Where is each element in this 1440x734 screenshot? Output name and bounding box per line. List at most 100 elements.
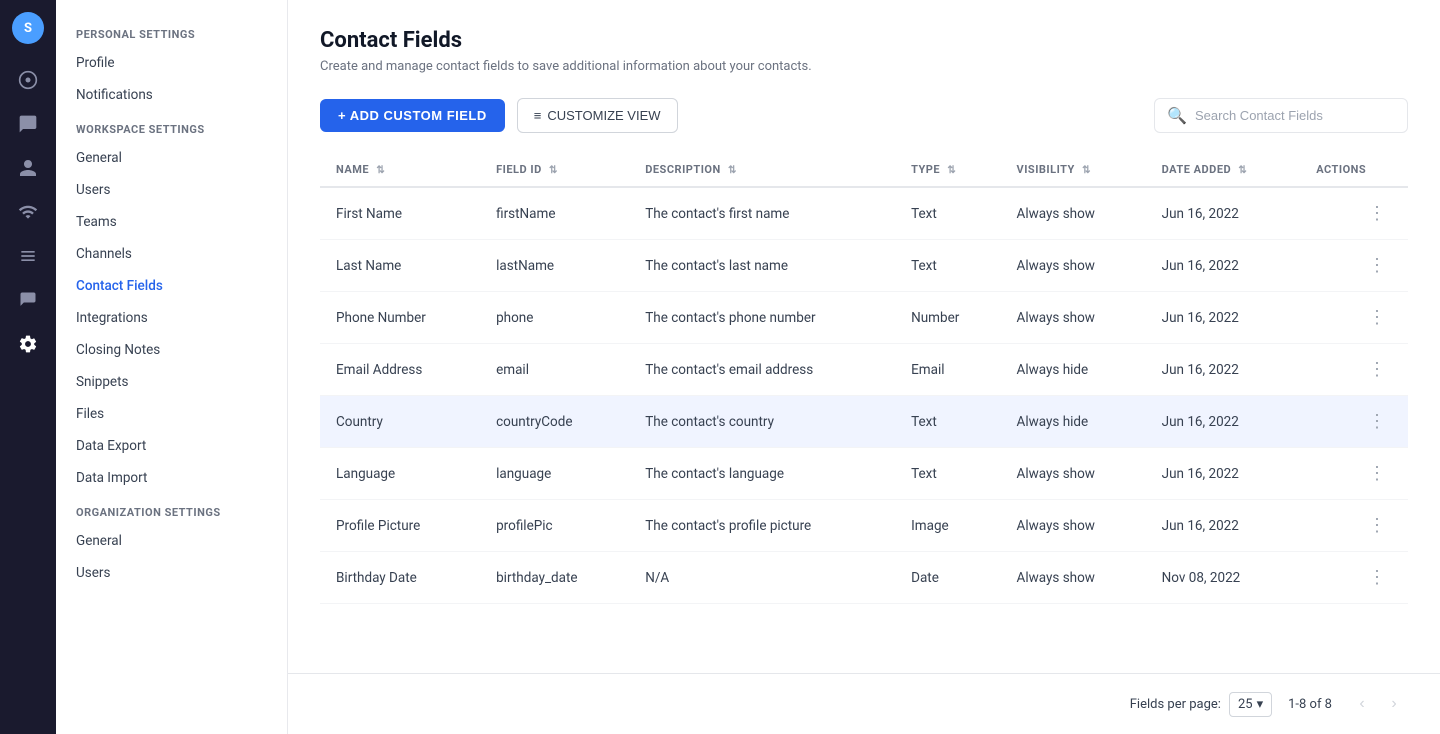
cell-field-id: countryCode <box>480 396 629 448</box>
cell-type: Text <box>895 448 1000 500</box>
user-avatar[interactable]: S <box>12 12 44 44</box>
cell-actions: ⋮ <box>1300 448 1408 500</box>
cell-field-id: firstName <box>480 187 629 240</box>
col-date-added[interactable]: DATE ADDED ⇅ <box>1146 153 1301 187</box>
row-actions-button[interactable]: ⋮ <box>1362 253 1392 278</box>
sidebar-item-ws-users[interactable]: Users <box>56 174 287 206</box>
cell-description: The contact's phone number <box>629 292 895 344</box>
row-actions-button[interactable]: ⋮ <box>1362 201 1392 226</box>
sidebar-item-integrations[interactable]: Integrations <box>56 302 287 334</box>
chat-icon[interactable] <box>8 104 48 144</box>
cell-description: The contact's language <box>629 448 895 500</box>
next-page-button[interactable]: › <box>1380 690 1408 718</box>
reports-icon[interactable] <box>8 280 48 320</box>
col-description[interactable]: DESCRIPTION ⇅ <box>629 153 895 187</box>
cell-name: Email Address <box>320 344 480 396</box>
org-settings-section: Organization Settings <box>56 494 287 525</box>
contact-fields-table: NAME ⇅ FIELD ID ⇅ DESCRIPTION ⇅ TYPE ⇅ V… <box>320 153 1408 604</box>
col-type[interactable]: TYPE ⇅ <box>895 153 1000 187</box>
cell-visibility: Always hide <box>1001 344 1146 396</box>
filter-icon: ≡ <box>534 108 542 123</box>
sidebar-item-ws-teams[interactable]: Teams <box>56 206 287 238</box>
table-row: Phone Number phone The contact's phone n… <box>320 292 1408 344</box>
table-header-row: NAME ⇅ FIELD ID ⇅ DESCRIPTION ⇅ TYPE ⇅ V… <box>320 153 1408 187</box>
dashboard-icon[interactable] <box>8 60 48 100</box>
per-page-box[interactable]: 25 ▾ <box>1229 692 1272 717</box>
search-icon: 🔍 <box>1167 106 1187 125</box>
cell-description: The contact's profile picture <box>629 500 895 552</box>
sidebar-item-files[interactable]: Files <box>56 398 287 430</box>
page-subtitle: Create and manage contact fields to save… <box>320 59 1408 74</box>
cell-date-added: Jun 16, 2022 <box>1146 187 1301 240</box>
cell-name: Birthday Date <box>320 552 480 604</box>
cell-visibility: Always show <box>1001 552 1146 604</box>
sidebar-item-contact-fields[interactable]: Contact Fields <box>56 270 287 302</box>
pagination: Fields per page: 25 ▾ 1-8 of 8 ‹ › <box>288 673 1440 734</box>
sidebar: Personal Settings Profile Notifications … <box>56 0 288 734</box>
sidebar-item-closing-notes[interactable]: Closing Notes <box>56 334 287 366</box>
add-custom-field-button[interactable]: + ADD CUSTOM FIELD <box>320 99 505 132</box>
col-name[interactable]: NAME ⇅ <box>320 153 480 187</box>
cell-actions: ⋮ <box>1300 187 1408 240</box>
per-page-label: Fields per page: <box>1130 697 1221 712</box>
page-range: 1-8 of 8 <box>1288 697 1332 712</box>
cell-date-added: Jun 16, 2022 <box>1146 448 1301 500</box>
sidebar-item-notifications[interactable]: Notifications <box>56 79 287 111</box>
sidebar-item-ws-general[interactable]: General <box>56 142 287 174</box>
sidebar-item-profile[interactable]: Profile <box>56 47 287 79</box>
cell-actions: ⋮ <box>1300 292 1408 344</box>
cell-actions: ⋮ <box>1300 500 1408 552</box>
workspace-settings-section: Workspace Settings <box>56 111 287 142</box>
sidebar-item-snippets[interactable]: Snippets <box>56 366 287 398</box>
settings-icon[interactable] <box>8 324 48 364</box>
cell-date-added: Jun 16, 2022 <box>1146 240 1301 292</box>
sidebar-item-data-import[interactable]: Data Import <box>56 462 287 494</box>
cell-actions: ⋮ <box>1300 344 1408 396</box>
channels-icon[interactable] <box>8 236 48 276</box>
row-actions-button[interactable]: ⋮ <box>1362 409 1392 434</box>
cell-visibility: Always show <box>1001 448 1146 500</box>
table-row: Country countryCode The contact's countr… <box>320 396 1408 448</box>
col-field-id[interactable]: FIELD ID ⇅ <box>480 153 629 187</box>
cell-type: Number <box>895 292 1000 344</box>
sidebar-item-ws-channels[interactable]: Channels <box>56 238 287 270</box>
cell-description: N/A <box>629 552 895 604</box>
cell-description: The contact's last name <box>629 240 895 292</box>
cell-field-id: lastName <box>480 240 629 292</box>
table-row: Last Name lastName The contact's last na… <box>320 240 1408 292</box>
row-actions-button[interactable]: ⋮ <box>1362 565 1392 590</box>
row-actions-button[interactable]: ⋮ <box>1362 305 1392 330</box>
icon-rail: S <box>0 0 56 734</box>
cell-field-id: language <box>480 448 629 500</box>
cell-date-added: Jun 16, 2022 <box>1146 396 1301 448</box>
cell-visibility: Always hide <box>1001 396 1146 448</box>
cell-name: Language <box>320 448 480 500</box>
per-page-selector: Fields per page: 25 ▾ <box>1130 692 1272 717</box>
cell-date-added: Jun 16, 2022 <box>1146 500 1301 552</box>
sidebar-item-data-export[interactable]: Data Export <box>56 430 287 462</box>
table-row: Email Address email The contact's email … <box>320 344 1408 396</box>
row-actions-button[interactable]: ⋮ <box>1362 357 1392 382</box>
search-input[interactable] <box>1195 108 1395 123</box>
row-actions-button[interactable]: ⋮ <box>1362 513 1392 538</box>
per-page-value: 25 <box>1238 697 1253 712</box>
row-actions-button[interactable]: ⋮ <box>1362 461 1392 486</box>
cell-field-id: email <box>480 344 629 396</box>
cell-name: Profile Picture <box>320 500 480 552</box>
cell-type: Date <box>895 552 1000 604</box>
sidebar-item-org-users[interactable]: Users <box>56 557 287 589</box>
contacts-icon[interactable] <box>8 148 48 188</box>
cell-visibility: Always show <box>1001 240 1146 292</box>
cell-name: Phone Number <box>320 292 480 344</box>
cell-date-added: Jun 16, 2022 <box>1146 292 1301 344</box>
table-row: Profile Picture profilePic The contact's… <box>320 500 1408 552</box>
prev-page-button[interactable]: ‹ <box>1348 690 1376 718</box>
customize-view-button[interactable]: ≡ CUSTOMIZE VIEW <box>517 98 678 133</box>
cell-type: Text <box>895 187 1000 240</box>
cell-field-id: birthday_date <box>480 552 629 604</box>
cell-type: Text <box>895 396 1000 448</box>
col-visibility[interactable]: VISIBILITY ⇅ <box>1001 153 1146 187</box>
cell-visibility: Always show <box>1001 500 1146 552</box>
sidebar-item-org-general[interactable]: General <box>56 525 287 557</box>
broadcast-icon[interactable] <box>8 192 48 232</box>
